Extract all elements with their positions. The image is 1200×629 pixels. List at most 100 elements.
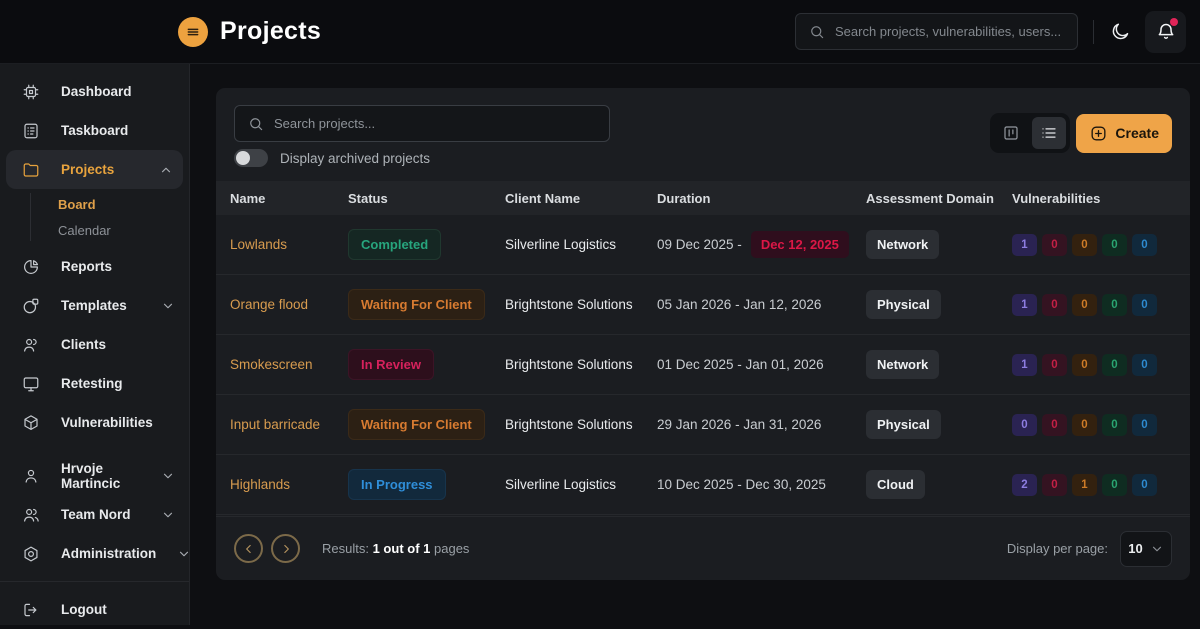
- table-footer: Results: 1 out of 1 pages Display per pa…: [216, 516, 1190, 580]
- sidebar-item-vulnerabilities[interactable]: Vulnerabilities: [0, 403, 189, 442]
- menu-button[interactable]: [178, 17, 208, 47]
- monitor-icon: [22, 375, 40, 393]
- table-body: Lowlands Completed Silverline Logistics …: [216, 215, 1190, 515]
- vuln-medium-count: 0: [1072, 354, 1097, 376]
- duration-cell: 29 Jan 2026 - Jan 31, 2026: [657, 417, 866, 432]
- logout-icon: [22, 601, 40, 619]
- divider: [1093, 20, 1094, 44]
- notifications-button[interactable]: [1145, 11, 1186, 53]
- topbar-right: [795, 11, 1186, 53]
- project-name[interactable]: Lowlands: [230, 237, 348, 252]
- sidebar-item-reports[interactable]: Reports: [0, 247, 189, 286]
- project-name[interactable]: Input barricade: [230, 417, 348, 432]
- duration-cell: 05 Jan 2026 - Jan 12, 2026: [657, 297, 866, 312]
- overdue-date-badge: Dec 12, 2025: [751, 231, 849, 258]
- sidebar-item-board[interactable]: Board: [58, 191, 189, 217]
- vuln-info-count: 0: [1132, 294, 1157, 316]
- project-name[interactable]: Smokescreen: [230, 357, 348, 372]
- domain-badge: Network: [866, 350, 939, 379]
- view-toggle-group: [990, 113, 1070, 153]
- vuln-critical-count: 0: [1012, 414, 1037, 436]
- vuln-critical-count: 1: [1012, 354, 1037, 376]
- panel-controls: Create: [990, 113, 1172, 153]
- theme-toggle-button[interactable]: [1106, 17, 1135, 46]
- column-header-vulnerabilities: Vulnerabilities: [1012, 191, 1190, 206]
- projects-search-input[interactable]: [274, 116, 597, 131]
- vuln-low-count: 0: [1102, 234, 1127, 256]
- search-icon: [247, 115, 265, 133]
- archived-toggle[interactable]: [234, 149, 268, 167]
- list-icon: [1040, 124, 1058, 142]
- project-name[interactable]: Orange flood: [230, 297, 348, 312]
- vulnerability-counts: 2 0 1 0 0: [1012, 474, 1190, 496]
- global-search: [795, 13, 1078, 50]
- sidebar-item-dashboard[interactable]: Dashboard: [0, 72, 189, 111]
- sidebar-item-projects[interactable]: Projects: [6, 150, 183, 189]
- taskboard-icon: [22, 122, 40, 140]
- client-name: Brightstone Solutions: [505, 417, 657, 432]
- status-badge: Waiting For Client: [348, 409, 485, 440]
- next-page-button[interactable]: [271, 534, 300, 563]
- vuln-info-count: 0: [1132, 414, 1157, 436]
- vuln-low-count: 0: [1102, 474, 1127, 496]
- chevron-down-icon: [161, 508, 175, 522]
- duration-cell: 09 Dec 2025 - Dec 12, 2025: [657, 231, 866, 258]
- sidebar-item-calendar[interactable]: Calendar: [58, 217, 189, 243]
- archived-toggle-row: Display archived projects: [234, 149, 430, 167]
- users-icon: [22, 336, 40, 354]
- sidebar-item-templates[interactable]: Templates: [0, 286, 189, 325]
- toggle-knob: [236, 151, 250, 165]
- chevron-down-icon: [177, 547, 191, 561]
- template-icon: [22, 297, 40, 315]
- team-icon: [22, 506, 40, 524]
- vuln-medium-count: 1: [1072, 474, 1097, 496]
- table-row[interactable]: Highlands In Progress Silverline Logisti…: [216, 455, 1190, 515]
- vuln-critical-count: 1: [1012, 234, 1037, 256]
- vuln-high-count: 0: [1042, 474, 1067, 496]
- vuln-high-count: 0: [1042, 234, 1067, 256]
- prev-page-button[interactable]: [234, 534, 263, 563]
- sidebar-item-team[interactable]: Team Nord: [0, 495, 189, 534]
- pie-chart-icon: [22, 258, 40, 276]
- project-name[interactable]: Highlands: [230, 477, 348, 492]
- projects-panel: Display archived projects: [216, 88, 1190, 580]
- sidebar-item-logout[interactable]: Logout: [0, 590, 189, 629]
- moon-icon: [1110, 21, 1131, 42]
- chevron-down-icon: [161, 299, 175, 313]
- create-button[interactable]: Create: [1076, 114, 1172, 153]
- per-page-select[interactable]: 10: [1120, 531, 1172, 567]
- table-row[interactable]: Orange flood Waiting For Client Brightst…: [216, 275, 1190, 335]
- sidebar-item-retesting[interactable]: Retesting: [0, 364, 189, 403]
- global-search-input[interactable]: [835, 24, 1065, 39]
- sidebar-item-clients[interactable]: Clients: [0, 325, 189, 364]
- table-row[interactable]: Input barricade Waiting For Client Brigh…: [216, 395, 1190, 455]
- table-header: Name Status Client Name Duration Assessm…: [216, 181, 1190, 215]
- page-title: Projects: [220, 17, 321, 46]
- vuln-medium-count: 0: [1072, 294, 1097, 316]
- projects-submenu: Board Calendar: [0, 189, 189, 245]
- status-badge: Completed: [348, 229, 441, 260]
- table-row[interactable]: Smokescreen In Review Brightstone Soluti…: [216, 335, 1190, 395]
- archived-toggle-label: Display archived projects: [280, 151, 430, 166]
- column-header-duration: Duration: [657, 191, 866, 206]
- vuln-info-count: 0: [1132, 474, 1157, 496]
- vuln-high-count: 0: [1042, 414, 1067, 436]
- kanban-icon: [1002, 124, 1020, 142]
- client-name: Silverline Logistics: [505, 237, 657, 252]
- domain-badge: Physical: [866, 290, 941, 319]
- sidebar-item-administration[interactable]: Administration: [0, 534, 189, 573]
- chevron-up-icon: [159, 163, 173, 177]
- domain-badge: Network: [866, 230, 939, 259]
- kanban-view-button[interactable]: [994, 117, 1028, 149]
- topbar: Projects: [0, 0, 1200, 64]
- column-header-domain: Assessment Domain: [866, 191, 1012, 206]
- vuln-low-count: 0: [1102, 294, 1127, 316]
- per-page-label: Display per page:: [1007, 541, 1108, 556]
- sidebar-item-taskboard[interactable]: Taskboard: [0, 111, 189, 150]
- sidebar-item-user[interactable]: Hrvoje Martincic: [0, 456, 189, 495]
- status-badge: In Review: [348, 349, 434, 380]
- folder-icon: [22, 161, 40, 179]
- list-view-button[interactable]: [1032, 117, 1066, 149]
- hamburger-icon: [185, 24, 201, 40]
- table-row[interactable]: Lowlands Completed Silverline Logistics …: [216, 215, 1190, 275]
